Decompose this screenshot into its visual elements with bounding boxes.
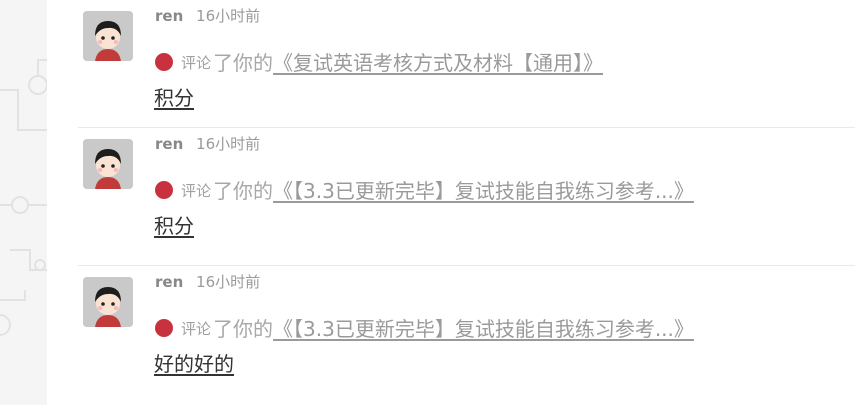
- notification-meta: ren 16小时前: [155, 133, 260, 154]
- comment-text[interactable]: 积分: [154, 82, 194, 111]
- notification-line: 评论 了你的 《【3.3已更新完毕】复试技能自我练习参考...》: [155, 313, 694, 342]
- notification-item: ren 16小时前 评论 了你的 《【3.3已更新完毕】复试技能自我练习参考..…: [78, 266, 855, 404]
- notification-item: ren 16小时前 评论 了你的 《【3.3已更新完毕】复试技能自我练习参考..…: [78, 128, 855, 266]
- notification-item: ren 16小时前 评论 了你的 《复试英语考核方式及材料【通用】》 积分: [78, 0, 855, 128]
- timestamp: 16小时前: [196, 7, 261, 25]
- comment-text[interactable]: 好的好的: [154, 348, 234, 377]
- username[interactable]: ren: [155, 273, 183, 291]
- sidebar-decoration: [0, 0, 47, 405]
- notification-line: 评论 了你的 《【3.3已更新完毕】复试技能自我练习参考...》: [155, 175, 694, 204]
- action-text: 了你的: [213, 179, 274, 203]
- notification-line: 评论 了你的 《复试英语考核方式及材料【通用】》: [155, 47, 603, 76]
- article-link[interactable]: 《复试英语考核方式及材料【通用】》: [273, 47, 603, 76]
- avatar[interactable]: [83, 11, 133, 61]
- status-dot-icon: [155, 52, 173, 71]
- username[interactable]: ren: [155, 135, 183, 153]
- comment-text[interactable]: 积分: [154, 210, 194, 239]
- notification-feed: ren 16小时前 评论 了你的 《复试英语考核方式及材料【通用】》 积分 re…: [78, 0, 855, 404]
- status-dot-icon: [155, 180, 173, 199]
- notification-meta: ren 16小时前: [155, 271, 260, 292]
- timestamp: 16小时前: [196, 135, 261, 153]
- status-dot-icon: [155, 318, 173, 337]
- username[interactable]: ren: [155, 7, 183, 25]
- article-link[interactable]: 《【3.3已更新完毕】复试技能自我练习参考...》: [273, 175, 694, 204]
- action-text: 了你的: [213, 51, 274, 75]
- action-label: 评论: [181, 54, 212, 72]
- notification-meta: ren 16小时前: [155, 5, 260, 26]
- action-text: 了你的: [213, 317, 274, 341]
- avatar[interactable]: [83, 277, 133, 327]
- action-label: 评论: [181, 320, 212, 338]
- circuit-pattern-icon: [0, 59, 47, 336]
- timestamp: 16小时前: [196, 273, 261, 291]
- action-label: 评论: [181, 182, 212, 200]
- article-link[interactable]: 《【3.3已更新完毕】复试技能自我练习参考...》: [273, 313, 694, 342]
- avatar[interactable]: [83, 139, 133, 189]
